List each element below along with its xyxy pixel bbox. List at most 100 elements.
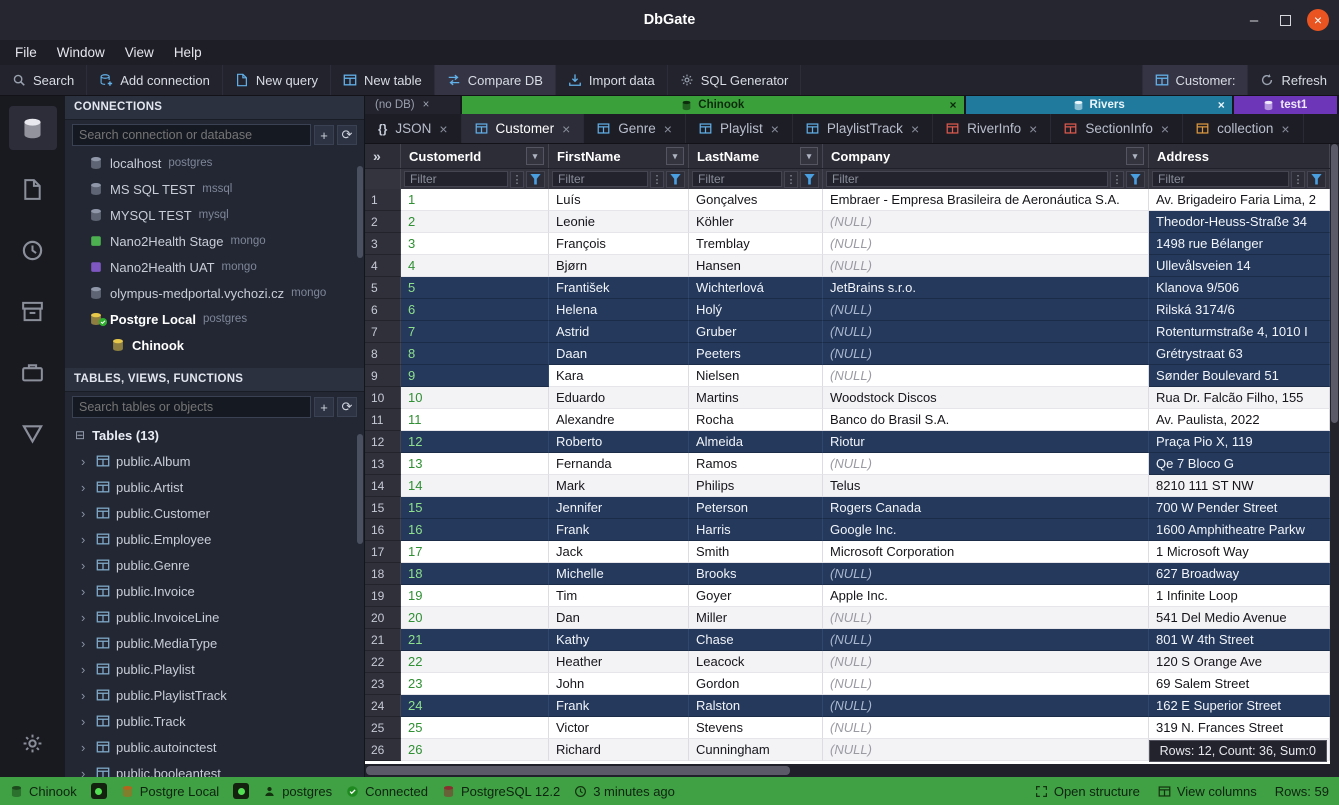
- close-icon[interactable]: ×: [664, 121, 672, 137]
- cell-address[interactable]: Sønder Boulevard 51: [1149, 365, 1330, 387]
- cell-lastname[interactable]: Gordon: [689, 673, 823, 695]
- maximize-button[interactable]: [1280, 15, 1291, 26]
- cell-customerid[interactable]: 17: [401, 541, 549, 563]
- cell-company[interactable]: Banco do Brasil S.A.: [823, 409, 1149, 431]
- cell-firstname[interactable]: Heather: [549, 651, 689, 673]
- rail-item-databases[interactable]: [9, 106, 57, 150]
- cell-address[interactable]: Theodor-Heuss-Straße 34: [1149, 211, 1330, 233]
- tab-sectioninfo[interactable]: SectionInfo×: [1051, 114, 1183, 143]
- cell-lastname[interactable]: Tremblay: [689, 233, 823, 255]
- cell-customerid[interactable]: 26: [401, 739, 549, 761]
- cell-customerid[interactable]: 23: [401, 673, 549, 695]
- cell-lastname[interactable]: Brooks: [689, 563, 823, 585]
- table-item-public-artist[interactable]: ›public.Artist: [65, 474, 364, 500]
- cell-customerid[interactable]: 19: [401, 585, 549, 607]
- cell-customerid[interactable]: 15: [401, 497, 549, 519]
- close-icon[interactable]: ×: [1161, 121, 1169, 137]
- vertical-scrollbar-thumb[interactable]: [1331, 144, 1338, 423]
- close-icon[interactable]: ×: [439, 121, 447, 137]
- table-item-public-genre[interactable]: ›public.Genre: [65, 552, 364, 578]
- filter-funnel-icon[interactable]: [800, 171, 819, 188]
- chevron-right-icon[interactable]: ›: [81, 688, 90, 703]
- cell-company[interactable]: Rogers Canada: [823, 497, 1149, 519]
- tables-group-row[interactable]: ⊟ Tables (13): [65, 422, 364, 448]
- connection-item-ms-sql-test[interactable]: MS SQL TESTmssql: [65, 176, 364, 202]
- add-table-small-button[interactable]: +: [314, 397, 334, 417]
- cell-customerid[interactable]: 3: [401, 233, 549, 255]
- cell-lastname[interactable]: Philips: [689, 475, 823, 497]
- cell-customerid[interactable]: 24: [401, 695, 549, 717]
- cell-customerid[interactable]: 5: [401, 277, 549, 299]
- table-item-public-playlisttrack[interactable]: ›public.PlaylistTrack: [65, 682, 364, 708]
- status-item-postgres[interactable]: postgres: [263, 784, 332, 799]
- table-item-public-playlist[interactable]: ›public.Playlist: [65, 656, 364, 682]
- connection-item-nano2health-uat[interactable]: Nano2Health UATmongo: [65, 254, 364, 280]
- cell-firstname[interactable]: Roberto: [549, 431, 689, 453]
- collapse-icon[interactable]: ⊟: [75, 428, 85, 442]
- cell-lastname[interactable]: Holý: [689, 299, 823, 321]
- cell-firstname[interactable]: Kara: [549, 365, 689, 387]
- table-item-public-booleantest[interactable]: ›public.booleantest: [65, 760, 364, 777]
- filter-input[interactable]: Filter: [692, 171, 782, 187]
- cell-customerid[interactable]: 22: [401, 651, 549, 673]
- cell-firstname[interactable]: Frank: [549, 695, 689, 717]
- cell-customerid[interactable]: 4: [401, 255, 549, 277]
- column-header-lastname[interactable]: LastName▾: [689, 144, 823, 168]
- status-item-rows-59[interactable]: Rows: 59: [1275, 784, 1329, 799]
- chevron-right-icon[interactable]: ›: [81, 766, 90, 778]
- cell-address[interactable]: 120 S Orange Ave: [1149, 651, 1330, 673]
- row-number[interactable]: 9: [365, 365, 401, 387]
- cell-address[interactable]: Qe 7 Bloco G: [1149, 453, 1330, 475]
- toolbar-button-import-data[interactable]: Import data: [556, 65, 668, 95]
- cell-firstname[interactable]: Helena: [549, 299, 689, 321]
- table-item-public-mediatype[interactable]: ›public.MediaType: [65, 630, 364, 656]
- column-header-customerid[interactable]: CustomerId▾: [401, 144, 549, 168]
- connections-search-input[interactable]: [72, 124, 311, 146]
- filter-funnel-icon[interactable]: [526, 171, 545, 188]
- cell-customerid[interactable]: 14: [401, 475, 549, 497]
- menu-help[interactable]: Help: [165, 43, 211, 62]
- row-number[interactable]: 22: [365, 651, 401, 673]
- filter-funnel-icon[interactable]: [1307, 171, 1326, 188]
- cell-firstname[interactable]: Victor: [549, 717, 689, 739]
- filter-menu-icon[interactable]: ⋮: [1110, 171, 1124, 188]
- row-number[interactable]: 12: [365, 431, 401, 453]
- menu-file[interactable]: File: [6, 43, 46, 62]
- chevron-right-icon[interactable]: ›: [81, 662, 90, 677]
- row-number[interactable]: 4: [365, 255, 401, 277]
- cell-address[interactable]: Grétrystraat 63: [1149, 343, 1330, 365]
- row-number[interactable]: 24: [365, 695, 401, 717]
- table-item-public-album[interactable]: ›public.Album: [65, 448, 364, 474]
- table-item-public-track[interactable]: ›public.Track: [65, 708, 364, 734]
- chevron-right-icon[interactable]: ›: [81, 506, 90, 521]
- row-number[interactable]: 2: [365, 211, 401, 233]
- cell-firstname[interactable]: Alexandre: [549, 409, 689, 431]
- cell-address[interactable]: Rotenturmstraße 4, 1010 I: [1149, 321, 1330, 343]
- cell-customerid[interactable]: 20: [401, 607, 549, 629]
- menu-window[interactable]: Window: [48, 43, 114, 62]
- row-number[interactable]: 1: [365, 189, 401, 211]
- dbgroup-tab-test1[interactable]: test1: [1234, 96, 1339, 114]
- chevron-right-icon[interactable]: ›: [81, 714, 90, 729]
- row-number[interactable]: 16: [365, 519, 401, 541]
- cell-customerid[interactable]: 10: [401, 387, 549, 409]
- connection-item-localhost[interactable]: localhostpostgres: [65, 150, 364, 176]
- connection-item-olympus-medportal-vychozi-cz[interactable]: olympus-medportal.vychozi.czmongo: [65, 280, 364, 306]
- cell-lastname[interactable]: Gruber: [689, 321, 823, 343]
- cell-address[interactable]: 319 N. Frances Street: [1149, 717, 1330, 739]
- rail-item-archive[interactable]: [9, 289, 57, 333]
- cell-lastname[interactable]: Peeters: [689, 343, 823, 365]
- filter-menu-icon[interactable]: ⋮: [510, 171, 524, 188]
- table-item-public-autoinctest[interactable]: ›public.autoinctest: [65, 734, 364, 760]
- cell-company[interactable]: Microsoft Corporation: [823, 541, 1149, 563]
- cell-company[interactable]: (NULL): [823, 563, 1149, 585]
- cell-address[interactable]: 700 W Pender Street: [1149, 497, 1330, 519]
- toolbar-button-compare-db[interactable]: Compare DB: [435, 65, 556, 95]
- cell-lastname[interactable]: Martins: [689, 387, 823, 409]
- chevron-right-icon[interactable]: ›: [81, 636, 90, 651]
- chevron-right-icon[interactable]: ›: [81, 584, 90, 599]
- rail-item-files[interactable]: [9, 167, 57, 211]
- cell-customerid[interactable]: 18: [401, 563, 549, 585]
- cell-lastname[interactable]: Goyer: [689, 585, 823, 607]
- toolbar-button-refresh[interactable]: Refresh: [1247, 65, 1339, 95]
